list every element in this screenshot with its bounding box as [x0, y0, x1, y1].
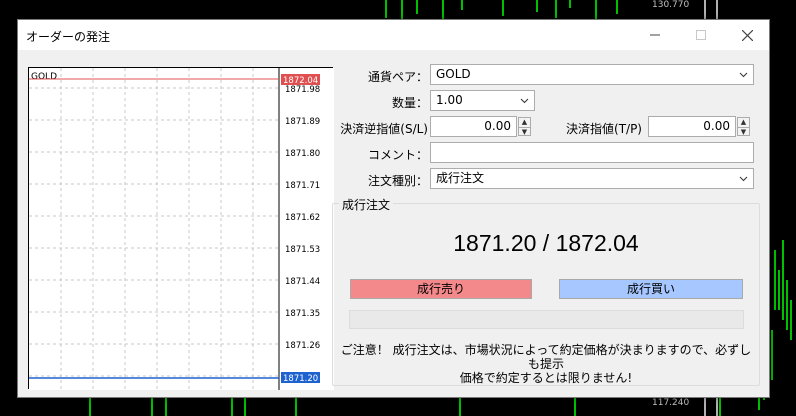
price-label: 1871.62	[285, 213, 320, 223]
price-label: 1871.89	[285, 117, 320, 127]
order-dialog: オーダーの発注 GOLD 1872.04 1871.98 1871.89 1871.80…	[17, 19, 770, 398]
order-type-value: 成行注文	[436, 171, 485, 185]
market-order-group-title: 成行注文	[339, 196, 394, 213]
close-icon	[741, 29, 753, 41]
stop-loss-value: 0.00	[484, 119, 511, 133]
price-label: 1871.35	[285, 309, 320, 319]
title-bar: オーダーの発注	[18, 20, 769, 50]
spin-down-icon[interactable]: ▼	[519, 127, 530, 136]
take-profit-spinner[interactable]: ▲ ▼	[737, 117, 750, 136]
stop-loss-label: 決済逆指値(S/L)	[340, 122, 428, 136]
stop-loss-spinner[interactable]: ▲ ▼	[518, 117, 531, 136]
chevron-down-icon	[520, 98, 529, 104]
spin-up-icon[interactable]: ▲	[519, 118, 530, 126]
note-line-2: 価格で約定するとは限りません!	[459, 371, 633, 385]
price-label: 1871.53	[285, 245, 320, 255]
minimize-icon	[650, 34, 660, 36]
market-order-note: ご注意！ 成行注文は、市場状況によって約定価格が決まりますので、必ずしも提示 価…	[336, 343, 756, 385]
take-profit-input[interactable]: 0.00	[648, 116, 736, 137]
price-label: 1871.98	[285, 85, 320, 95]
spin-up-icon[interactable]: ▲	[738, 118, 749, 126]
symbol-label: GOLD	[31, 72, 57, 82]
status-bar	[349, 310, 744, 329]
tick-chart: GOLD 1872.04 1871.98 1871.89 1871.80 1871.71 1…	[28, 67, 334, 390]
volume-value: 1.00	[436, 93, 463, 107]
minimize-button[interactable]	[632, 20, 678, 50]
price-label: 1871.44	[285, 277, 320, 287]
symbol-select[interactable]: GOLD	[430, 64, 754, 85]
stop-loss-input[interactable]: 0.00	[430, 116, 517, 137]
price-label: 1871.26	[285, 341, 320, 351]
price-label: 1871.71	[285, 181, 320, 191]
volume-label: 数量：	[391, 96, 428, 110]
chevron-down-icon	[739, 72, 748, 78]
order-type-select[interactable]: 成行注文	[430, 168, 754, 189]
maximize-button[interactable]	[678, 20, 724, 50]
price-label: 1871.80	[285, 149, 320, 159]
take-profit-value: 0.00	[703, 119, 730, 133]
sell-by-market-button[interactable]: 成行売り	[350, 279, 532, 299]
buy-by-market-button[interactable]: 成行買い	[559, 279, 743, 299]
symbol-value: GOLD	[436, 67, 471, 81]
spin-down-icon[interactable]: ▼	[738, 127, 749, 136]
background-price-top: 130.770	[652, 0, 690, 10]
close-button[interactable]	[724, 20, 770, 50]
maximize-icon	[696, 30, 706, 40]
tick-chart-canvas: GOLD 1872.041871.981871.891871.801871.711…	[29, 68, 334, 390]
take-profit-label: 決済指値(T/P)	[566, 122, 642, 136]
background-price-bottom: 117.240	[652, 398, 690, 408]
comment-label: コメント：	[367, 148, 428, 162]
bid-label: 1871.20	[283, 374, 318, 384]
symbol-label: 通貨ペア：	[368, 70, 429, 84]
chevron-down-icon	[739, 176, 748, 182]
dialog-title: オーダーの発注	[26, 30, 111, 44]
comment-input[interactable]	[430, 142, 754, 163]
note-line-1: ご注意！ 成行注文は、市場状況によって約定価格が決まりますので、必ずしも提示	[340, 343, 752, 371]
volume-select[interactable]: 1.00	[430, 90, 535, 111]
bid-ask-quote: 1871.20 / 1872.04	[453, 230, 639, 256]
order-type-label: 注文種別：	[367, 174, 428, 188]
